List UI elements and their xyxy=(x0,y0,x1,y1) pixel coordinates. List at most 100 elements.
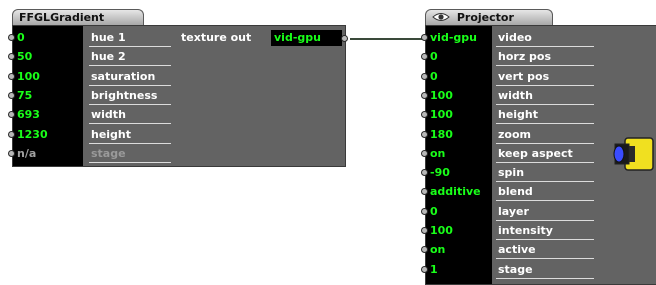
ffglgradient-property-row[interactable]: 100 saturation xyxy=(8,68,345,87)
projector-property-underline xyxy=(496,277,594,279)
projector-property-value[interactable]: 0 xyxy=(430,49,438,65)
projector-property-underline xyxy=(496,219,594,221)
ffglgradient-actor[interactable]: FFGLGradient 0 hue 1 50 hue 2 100 saturation 7… xyxy=(0,0,350,170)
projector-property-value[interactable]: 100 xyxy=(430,223,453,239)
ffglgradient-property-underline xyxy=(89,161,171,163)
projector-property-value[interactable]: 100 xyxy=(430,88,453,104)
projector-property-row[interactable]: additive blend xyxy=(421,183,656,202)
projector-property-input-port[interactable] xyxy=(421,169,428,177)
ffglgradient-property-row[interactable]: 75 brightness xyxy=(8,87,345,106)
ffglgradient-property-label: width xyxy=(91,108,126,122)
projector-property-value[interactable]: vid-gpu xyxy=(430,30,477,46)
projector-property-row[interactable]: 0 layer xyxy=(421,203,656,222)
ffglgradient-property-input-port[interactable] xyxy=(8,53,15,61)
ffglgradient-property-underline xyxy=(89,84,171,86)
projector-property-value[interactable]: on xyxy=(430,146,445,162)
ffglgradient-property-label: stage xyxy=(91,146,126,160)
ffglgradient-property-row[interactable]: 693 width xyxy=(8,106,345,125)
projector-property-value[interactable]: 0 xyxy=(430,69,438,85)
projector-property-underline xyxy=(496,181,594,183)
projector-property-label: horz pos xyxy=(498,50,552,64)
ffglgradient-property-underline xyxy=(89,123,171,125)
ffglgradient-body: 0 hue 1 50 hue 2 100 saturation 75 brightness 69… xyxy=(8,25,348,167)
ffglgradient-property-value[interactable]: 1230 xyxy=(17,127,48,143)
ffglgradient-title-tab[interactable]: FFGLGradient xyxy=(12,9,144,25)
projector-property-input-port[interactable] xyxy=(421,111,428,119)
projector-property-label: layer xyxy=(498,204,529,218)
projector-property-input-port[interactable] xyxy=(421,246,428,254)
projector-property-input-port[interactable] xyxy=(421,207,428,215)
projector-property-underline xyxy=(496,142,594,144)
projector-property-row[interactable]: on active xyxy=(421,241,656,260)
ffglgradient-property-value[interactable]: 75 xyxy=(17,88,32,104)
projector-property-value[interactable]: 180 xyxy=(430,127,453,143)
ffglgradient-property-underline xyxy=(89,103,171,105)
projector-property-input-port[interactable] xyxy=(421,149,428,157)
projector-title-tab[interactable]: Projector xyxy=(425,9,553,25)
ffglgradient-property-input-port[interactable] xyxy=(8,149,15,157)
projector-property-value[interactable]: -90 xyxy=(430,165,450,181)
ffglgradient-property-input-port[interactable] xyxy=(8,72,15,80)
projector-property-value[interactable]: additive xyxy=(430,184,481,200)
projector-property-value[interactable]: 0 xyxy=(430,204,438,220)
projector-property-value[interactable]: 1 xyxy=(430,262,438,278)
projector-title: Projector xyxy=(456,11,514,24)
projector-property-label: keep aspect xyxy=(498,146,573,160)
texture-out-port[interactable] xyxy=(341,35,348,42)
projector-icon xyxy=(611,134,655,178)
projector-property-row[interactable]: 0 horz pos xyxy=(421,48,656,67)
projector-body: vid-gpu video 0 horz pos 0 vert pos 100 width 10… xyxy=(421,25,656,285)
ffglgradient-property-row[interactable]: n/a stage xyxy=(8,145,345,164)
projector-property-input-port[interactable] xyxy=(421,72,428,80)
projector-actor[interactable]: Projector vid-gpu video 0 horz pos 0 vert pos… xyxy=(415,0,656,285)
ffglgradient-property-row[interactable]: 1230 height xyxy=(8,126,345,145)
ffglgradient-property-input-port[interactable] xyxy=(8,34,15,41)
projector-property-row[interactable]: 0 vert pos xyxy=(421,68,656,87)
projector-property-label: height xyxy=(498,108,539,122)
projector-property-value[interactable]: on xyxy=(430,242,445,258)
ffglgradient-property-input-port[interactable] xyxy=(8,91,15,99)
projector-property-row[interactable]: vid-gpu video xyxy=(421,29,656,48)
projector-property-underline xyxy=(496,123,594,125)
projector-property-underline xyxy=(496,161,594,163)
projector-property-row[interactable]: 1 stage xyxy=(421,261,656,280)
projector-property-label: blend xyxy=(498,185,533,199)
ffglgradient-property-label: height xyxy=(91,127,132,141)
projector-property-input-port[interactable] xyxy=(421,53,428,61)
projector-property-input-port[interactable] xyxy=(421,91,428,99)
projector-property-label: zoom xyxy=(498,127,531,141)
projector-property-underline xyxy=(496,84,594,86)
projector-property-value[interactable]: 100 xyxy=(430,107,453,123)
projector-property-label: intensity xyxy=(498,224,553,237)
projector-property-input-port[interactable] xyxy=(421,227,428,234)
ffglgradient-property-value[interactable]: 50 xyxy=(17,49,32,65)
texture-out-label: texture out xyxy=(181,31,252,44)
projector-property-input-port[interactable] xyxy=(421,188,428,196)
projector-property-underline xyxy=(496,239,594,240)
projector-property-underline xyxy=(496,258,594,260)
projector-property-row[interactable]: 100 height xyxy=(421,106,656,125)
projector-property-input-port[interactable] xyxy=(421,265,428,273)
projector-property-input-port[interactable] xyxy=(421,34,428,41)
ffglgradient-property-label: brightness xyxy=(91,88,158,102)
projector-property-label: active xyxy=(498,243,536,257)
ffglgradient-property-row[interactable]: 50 hue 2 xyxy=(8,48,345,67)
projector-property-row[interactable]: 100 width xyxy=(421,87,656,106)
texture-out-value[interactable]: vid-gpu xyxy=(271,30,342,46)
projector-property-label: video xyxy=(498,31,532,44)
ffglgradient-property-value[interactable]: 693 xyxy=(17,107,40,123)
projector-property-row[interactable]: 100 intensity xyxy=(421,222,656,241)
eye-icon xyxy=(432,11,450,26)
ffglgradient-property-label: hue 2 xyxy=(91,50,126,64)
projector-property-underline xyxy=(496,200,594,202)
ffglgradient-property-input-port[interactable] xyxy=(8,111,15,119)
connection-cable[interactable] xyxy=(350,38,422,40)
ffglgradient-property-value[interactable]: 100 xyxy=(17,69,40,85)
projector-property-label: width xyxy=(498,88,533,102)
ffglgradient-property-value[interactable]: n/a xyxy=(17,146,36,162)
projector-property-underline xyxy=(496,103,594,105)
ffglgradient-property-value[interactable]: 0 xyxy=(17,30,25,46)
projector-property-input-port[interactable] xyxy=(421,130,428,138)
ffglgradient-property-underline xyxy=(89,142,171,144)
ffglgradient-property-input-port[interactable] xyxy=(8,130,15,138)
